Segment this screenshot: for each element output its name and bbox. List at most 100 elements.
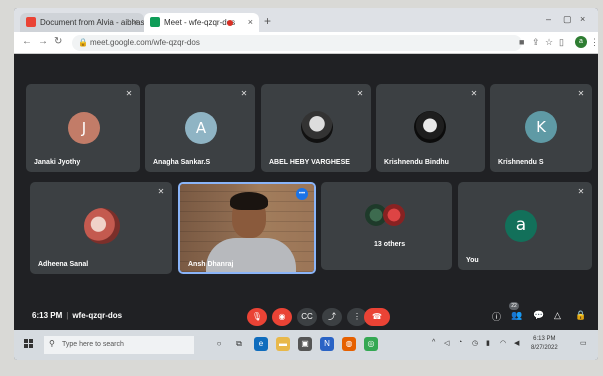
mic-off-icon: ✕	[240, 89, 248, 98]
tray-icon[interactable]: ◁	[444, 339, 449, 347]
self-tile[interactable]: ✕ a You	[458, 182, 592, 270]
participant-tile[interactable]: ✕ A Anagha Sankar.S	[145, 84, 255, 172]
firefox-icon[interactable]: ◍	[342, 337, 356, 351]
chat-icon[interactable]: 💬	[533, 310, 544, 321]
taskbar-clock[interactable]: 6:13 PM 8/27/2022	[531, 335, 558, 353]
search-placeholder: Type here to search	[62, 341, 124, 348]
meeting-time: 6:13 PM	[32, 311, 63, 320]
tray-icon[interactable]: ◔	[458, 339, 462, 346]
person-hair	[230, 192, 268, 210]
participant-tile[interactable]: ✕ ABEL HEBY VARGHESE	[261, 84, 371, 172]
participant-tile-others[interactable]: 13 others	[321, 182, 452, 270]
participant-name: Janaki Jyothy	[34, 159, 81, 166]
mic-off-icon: ✕	[470, 89, 478, 98]
person-body	[206, 238, 296, 272]
avatar: A	[185, 112, 217, 144]
people-icon[interactable]: 👥	[511, 310, 522, 321]
search-icon: ⚲	[49, 339, 55, 348]
app-icon[interactable]: N	[320, 337, 334, 351]
tab-title: Meet - wfe-qzqr-dos	[164, 18, 236, 27]
camera-toggle-button[interactable]: ◉	[272, 308, 292, 326]
back-arrow-icon[interactable]: ←	[22, 36, 32, 47]
store-icon[interactable]: ▣	[298, 337, 312, 351]
clock-time: 6:13 PM	[533, 336, 556, 342]
participant-name: Krishnendu S	[498, 159, 544, 166]
profile-avatar[interactable]: a	[575, 36, 587, 48]
windows-start-icon[interactable]	[24, 339, 34, 349]
separator: |	[66, 311, 69, 320]
meeting-info: 6:13 PM | wfe-qzqr-dos	[32, 311, 122, 320]
gmail-icon	[26, 17, 36, 27]
network-icon[interactable]: ◠	[500, 339, 506, 347]
participant-tile[interactable]: ✕ K Krishnendu S	[490, 84, 592, 172]
hang-up-button[interactable]: ☎	[364, 308, 390, 326]
side-panel-icon[interactable]: ▯	[559, 37, 564, 48]
close-icon[interactable]: ×	[133, 17, 138, 27]
maximize-button[interactable]: ▢	[563, 14, 572, 25]
tab-meet[interactable]: Meet - wfe-qzqr-dos ×	[144, 13, 259, 32]
clock-date: 8/27/2022	[531, 345, 558, 351]
avatar: a	[505, 210, 537, 242]
url-text: meet.google.com/wfe-qzqr-dos	[90, 38, 200, 47]
tab-document[interactable]: Document from Alvia - aibhasa... ×	[20, 13, 144, 32]
participant-name: Adheena Sanal	[38, 261, 89, 268]
lock-icon: 🔒	[78, 38, 88, 47]
tray-chevron-icon[interactable]: ^	[432, 339, 435, 346]
present-button[interactable]: ⤴	[322, 308, 342, 326]
participant-tile[interactable]: ✕ Adheena Sanal	[30, 182, 172, 274]
monitor-screen: Document from Alvia - aibhasa... × Meet …	[14, 8, 598, 360]
minimize-button[interactable]: –	[546, 14, 551, 24]
star-icon[interactable]: ☆	[545, 37, 553, 48]
others-count: 13 others	[374, 241, 406, 248]
menu-icon[interactable]: ⋮	[590, 37, 598, 48]
tab-title: Document from Alvia - aibhasa...	[40, 18, 144, 27]
share-icon[interactable]: ⇪	[532, 37, 540, 48]
battery-icon[interactable]: ▮	[486, 339, 490, 347]
speaking-indicator-icon: •••	[296, 188, 308, 200]
camera-video	[180, 184, 314, 272]
notifications-icon[interactable]: ▭	[580, 339, 587, 347]
edge-icon[interactable]: e	[254, 337, 268, 351]
reload-icon[interactable]: ↻	[54, 36, 62, 47]
activities-icon[interactable]: △	[554, 310, 561, 321]
info-icon[interactable]: ⓘ	[492, 310, 501, 323]
participant-tile-active-speaker[interactable]: ••• Ansh Dhanraj	[178, 182, 316, 274]
profile-photo	[414, 111, 446, 143]
tray-icon[interactable]: ◷	[472, 339, 478, 347]
profile-photo	[383, 204, 405, 226]
captions-button[interactable]: CC	[297, 308, 317, 326]
participant-tile[interactable]: ✕ J Janaki Jyothy	[26, 84, 140, 172]
close-window-button[interactable]: ×	[580, 14, 585, 24]
new-tab-button[interactable]: +	[264, 14, 271, 28]
close-icon[interactable]: ×	[248, 17, 253, 27]
task-view-icon[interactable]: ⧉	[232, 337, 246, 351]
profile-photo	[84, 208, 120, 244]
recording-icon	[227, 20, 233, 26]
avatar: K	[525, 111, 557, 143]
browser-tab-bar: Document from Alvia - aibhasa... × Meet …	[14, 8, 598, 32]
camera-status-icon[interactable]: ■	[519, 37, 524, 47]
host-controls-icon[interactable]: 🔒	[575, 310, 586, 321]
chrome-icon[interactable]: ◎	[364, 337, 378, 351]
mic-toggle-button[interactable]: 🎙	[247, 308, 267, 326]
file-explorer-icon[interactable]: ▬	[276, 337, 290, 351]
avatar: J	[68, 112, 100, 144]
meet-icon	[150, 17, 160, 27]
participant-name: You	[466, 257, 479, 264]
participant-name: Ansh Dhanraj	[188, 261, 234, 268]
windows-taskbar: ⚲ Type here to search ○ ⧉ e ▬ ▣ N ◍ ◎ ^ …	[14, 330, 598, 360]
meet-control-bar: 6:13 PM | wfe-qzqr-dos 🎙 ◉ CC ⤴ ⋮ ☎ ⓘ 22 👥…	[14, 300, 598, 330]
taskbar-search-input[interactable]: ⚲ Type here to search	[44, 336, 194, 354]
participant-name: Anagha Sankar.S	[153, 159, 211, 166]
mic-off-icon: ✕	[356, 89, 364, 98]
mic-off-icon: ✕	[577, 187, 585, 196]
mic-off-icon: ✕	[125, 89, 133, 98]
participant-name: Krishnendu Bindhu	[384, 159, 449, 166]
volume-icon[interactable]: ◀	[514, 339, 519, 347]
url-input[interactable]: 🔒 meet.google.com/wfe-qzqr-dos	[72, 35, 522, 51]
participant-name: ABEL HEBY VARGHESE	[269, 159, 350, 166]
meeting-code: wfe-qzqr-dos	[72, 311, 123, 320]
forward-arrow-icon[interactable]: →	[38, 36, 48, 47]
participant-tile[interactable]: ✕ Krishnendu Bindhu	[376, 84, 485, 172]
cortana-icon[interactable]: ○	[212, 337, 226, 351]
